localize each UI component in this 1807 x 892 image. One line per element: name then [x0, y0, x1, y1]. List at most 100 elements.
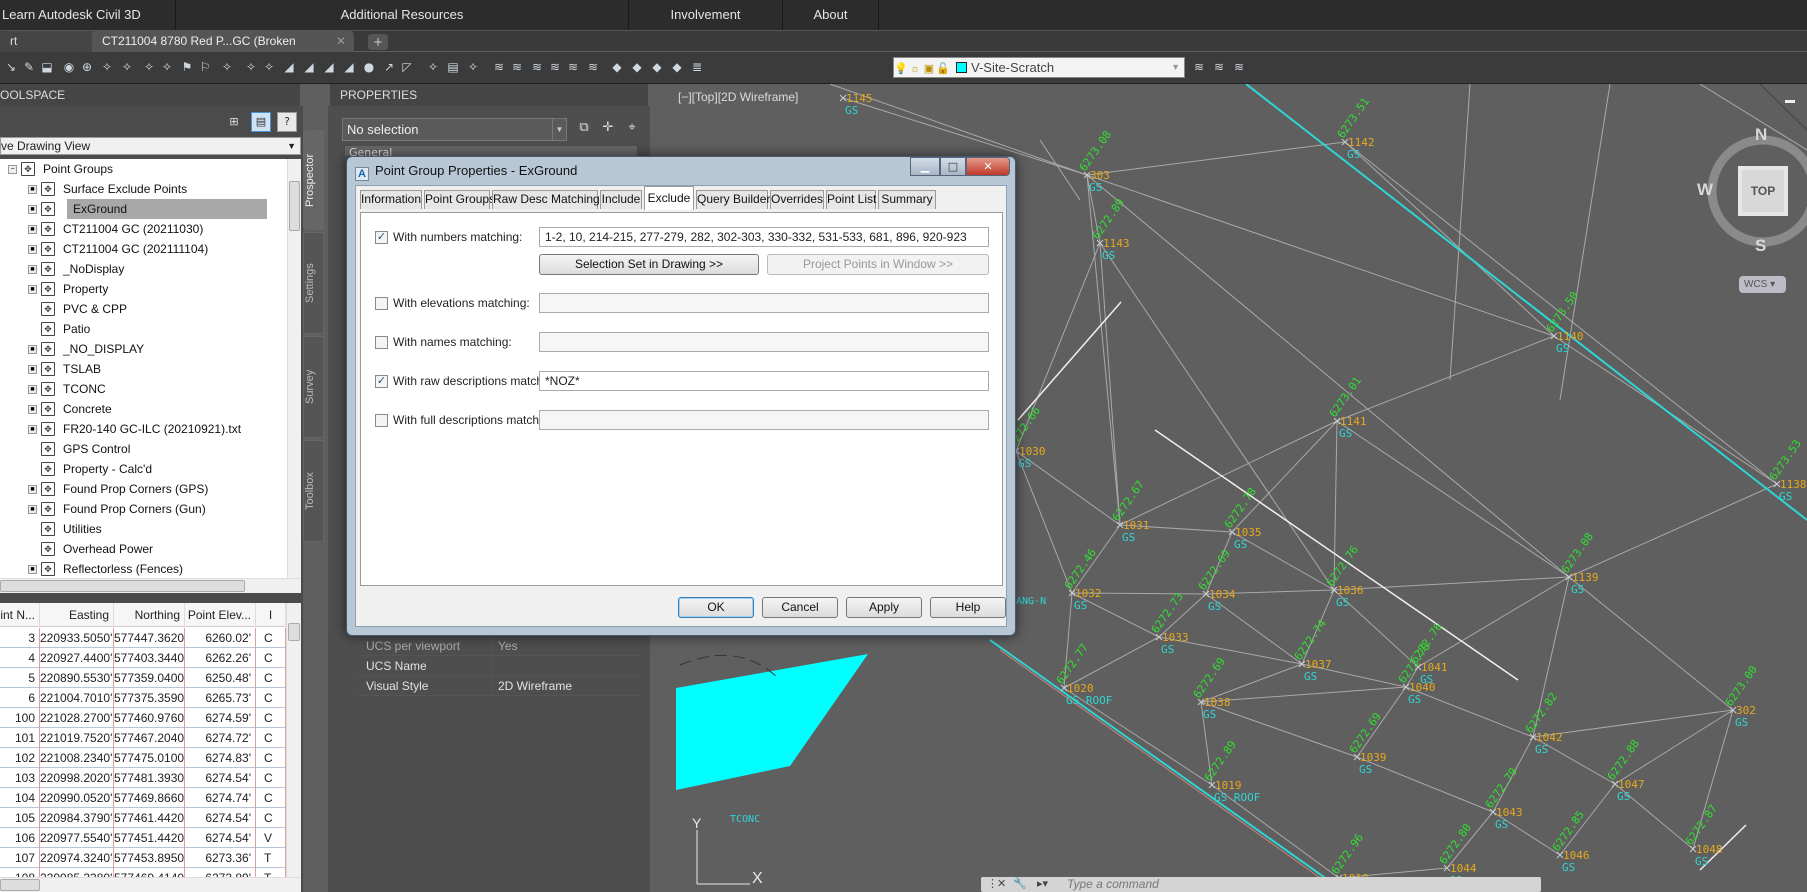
toolbar-tool-icon[interactable]: ↗	[382, 60, 396, 74]
ok-button[interactable]: OK	[678, 597, 754, 618]
toolbar-tool-icon[interactable]: ◢	[302, 60, 316, 74]
tree-item[interactable]: ✥ Property - Calc'd	[0, 459, 287, 479]
item-view-icon[interactable]: ⊞	[224, 112, 244, 132]
expand-icon[interactable]: ■	[28, 505, 37, 514]
tree-item[interactable]: ■ ✥ FR20-140 GC-ILC (20210921).txt	[0, 419, 287, 439]
list-view-icon[interactable]: ▤	[251, 112, 271, 132]
menu-learn[interactable]: Learn Autodesk Civil 3D	[0, 0, 176, 30]
survey-point[interactable]: 1034GS6272.69	[1196, 547, 1236, 613]
wcs-menu[interactable]: WCS ▾	[1739, 276, 1786, 293]
table-row[interactable]: 3 220933.5050' 577447.3620' 6260.02' C	[0, 628, 286, 648]
expand-icon[interactable]: ■	[28, 185, 37, 194]
survey-point[interactable]: 1047GS6272.88	[1605, 737, 1645, 803]
toolbar-tool-icon[interactable]: ◢	[282, 60, 296, 74]
viewport-freeze-icon[interactable]: ▣	[922, 60, 936, 79]
tab-query-builder[interactable]: Query Builder	[696, 190, 770, 209]
apply-button[interactable]: Apply	[846, 597, 922, 618]
expand-icon[interactable]: ■	[28, 365, 37, 374]
doc-tab-active[interactable]: CT211004 8780 Red P...GC (Broken Surface…	[92, 31, 354, 69]
survey-point[interactable]: 1019GS ROOF6272.89	[1202, 738, 1261, 804]
layer-tool-icon[interactable]: ≋	[1212, 60, 1226, 74]
toolbar-tool-icon[interactable]: ◢	[322, 60, 336, 74]
tab-toolbox[interactable]: Toolbox	[303, 440, 324, 542]
toolbar-tool-icon[interactable]: ✧	[120, 60, 134, 74]
viewcube-north[interactable]: N	[1755, 125, 1767, 145]
menu-additional-resources[interactable]: Additional Resources	[176, 0, 629, 30]
toolbar-tool-icon[interactable]: ✧	[100, 60, 114, 74]
toolbar-tool-icon[interactable]: ◆	[610, 60, 624, 74]
prop-row-ucs-per-viewport[interactable]: UCS per viewport Yes	[358, 636, 641, 656]
table-row[interactable]: 108220985.3380'577469.4140'6273.89'T	[0, 868, 286, 877]
tree-item[interactable]: ■ ✥ Reflectorless (Fences)	[0, 559, 287, 578]
filter-input[interactable]	[539, 293, 989, 313]
expand-icon[interactable]: ■	[28, 265, 37, 274]
project-points-button[interactable]: Project Points in Window >>	[767, 254, 989, 275]
toolbar-tool-icon[interactable]: ✧	[220, 60, 234, 74]
toolbar-tool-icon[interactable]: ⬓	[40, 60, 54, 74]
filter-input[interactable]: 1-2, 10, 214-215, 277-279, 282, 302-303,…	[539, 227, 989, 247]
tab-point-list[interactable]: Point List	[826, 190, 876, 209]
viewport-minimize-icon[interactable]	[1785, 100, 1795, 103]
survey-point[interactable]: 1033GS6272.73	[1149, 590, 1189, 656]
menu-involvement[interactable]: Involvement	[629, 0, 783, 30]
survey-point[interactable]: 1031GS6272.67	[1110, 478, 1150, 544]
column-header[interactable]: Easting	[40, 603, 114, 627]
tree-item[interactable]: ✥ GPS Control	[0, 439, 287, 459]
toolbar-tool-icon[interactable]: ≣	[690, 60, 704, 74]
tree-item[interactable]: ■ ✥ Found Prop Corners (Gun)	[0, 499, 287, 519]
new-tab-button[interactable]: +	[368, 34, 388, 50]
close-icon[interactable]: ✕	[336, 31, 346, 52]
viewport-controls-label[interactable]: [−][Top][2D Wireframe]	[678, 90, 798, 104]
table-row[interactable]: 100 221028.2700' 577460.9760' 6274.59' C	[0, 708, 286, 728]
tree-item[interactable]: ✥ PVC & CPP	[0, 299, 287, 319]
table-row[interactable]: 105 220984.3790' 577461.4420' 6274.54' C	[0, 808, 286, 828]
tab-exclude[interactable]: Exclude	[644, 186, 694, 210]
survey-point[interactable]: 1043GS6272.79	[1483, 765, 1523, 831]
wrench-icon[interactable]: 🔧	[1013, 877, 1027, 890]
tree-item[interactable]: ✥ Patio	[0, 319, 287, 339]
column-header[interactable]: I	[256, 603, 286, 627]
cancel-button[interactable]: Cancel	[762, 597, 838, 618]
filter-checkbox[interactable]	[375, 297, 388, 310]
survey-point[interactable]: 1020GS ROOF6272.77	[1054, 641, 1113, 707]
filter-checkbox[interactable]	[375, 414, 388, 427]
grid-horizontal-scrollbar[interactable]	[0, 877, 301, 892]
toolbar-tool-icon[interactable]: ◆	[630, 60, 644, 74]
grid-vertical-scrollbar[interactable]	[286, 603, 301, 877]
viewcube-top-face[interactable]: TOP	[1738, 166, 1788, 216]
survey-point[interactable]: 1042GS6272.82	[1523, 690, 1563, 756]
selection-dropdown[interactable]: No selection ▼	[342, 118, 567, 141]
properties-section-general[interactable]: General	[345, 146, 637, 156]
expand-icon[interactable]: ■	[28, 485, 37, 494]
quick-select-icon[interactable]: ⌖	[624, 120, 640, 136]
toolbar-tool-icon[interactable]: ●	[362, 60, 376, 74]
tab-information[interactable]: Information	[360, 190, 422, 209]
tree-item[interactable]: ■ ✥ TCONC	[0, 379, 287, 399]
survey-point[interactable]: 1139GS6273.08	[1559, 530, 1599, 596]
table-row[interactable]: 6 221004.7010' 577375.3590' 6265.73' C	[0, 688, 286, 708]
expand-icon[interactable]: ■	[28, 425, 37, 434]
survey-point[interactable]: 1048GS6272.87	[1683, 802, 1723, 868]
help-button[interactable]: Help	[930, 597, 1006, 618]
tree-horizontal-scrollbar[interactable]	[0, 578, 301, 593]
tree-item[interactable]: ■ ✥ Concrete	[0, 399, 287, 419]
toolbar-tool-icon[interactable]: ◉	[62, 60, 76, 74]
toolbar-tool-icon[interactable]: ≋	[530, 60, 544, 74]
column-header[interactable]: Point Elev...	[185, 603, 256, 627]
toolbar-tool-icon[interactable]: ✧	[142, 60, 156, 74]
toolbar-tool-icon[interactable]: ✧	[160, 60, 174, 74]
tree-item[interactable]: − ✥ Point Groups	[0, 159, 287, 179]
survey-point[interactable]: 1038GS6272.69	[1191, 655, 1231, 721]
table-row[interactable]: 103 220998.2020' 577481.3930' 6274.54' C	[0, 768, 286, 788]
toolbar-tool-icon[interactable]: ◢	[342, 60, 356, 74]
filter-input[interactable]: *NOZ*	[539, 371, 989, 391]
table-row[interactable]: 106 220977.5540' 577451.4420' 6274.54' V	[0, 828, 286, 848]
expand-icon[interactable]: ■	[28, 345, 37, 354]
expand-icon[interactable]: ■	[28, 205, 37, 214]
tab-survey[interactable]: Survey	[303, 336, 324, 438]
chevron-down-icon[interactable]: ▼	[1171, 58, 1180, 77]
select-objects-icon[interactable]: ✛	[600, 120, 616, 136]
tree-item[interactable]: ■ ✥ _NO_DISPLAY	[0, 339, 287, 359]
table-row[interactable]: 107 220974.3240' 577453.8950' 6273.36' T	[0, 848, 286, 868]
scroll-thumb[interactable]	[288, 623, 300, 641]
